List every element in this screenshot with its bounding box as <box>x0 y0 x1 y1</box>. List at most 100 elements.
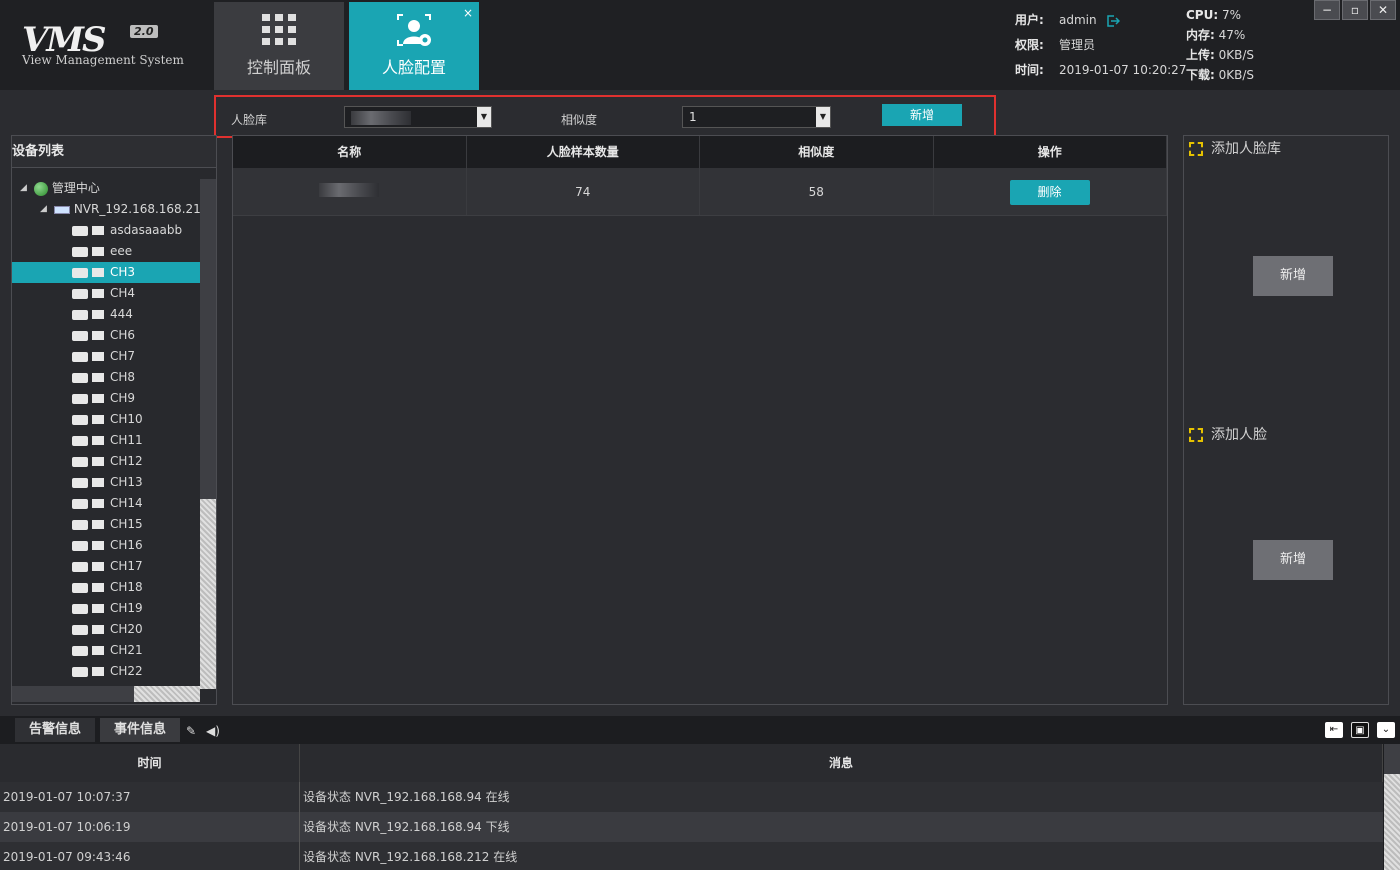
tree-node-label: CH20 <box>110 622 143 636</box>
tree-node-label: CH18 <box>110 580 143 594</box>
device-tree: ◢ 管理中心 ◢ NVR_192.168.168.212 asdasaaabb e… <box>12 178 208 682</box>
log-time: 2019-01-07 10:06:19 <box>0 812 300 842</box>
video-icon <box>92 247 104 256</box>
tree-node-channel[interactable]: CH9 <box>12 388 200 409</box>
collapse-icon: ◢ <box>20 183 27 193</box>
tree-node-channel[interactable]: CH8 <box>12 367 200 388</box>
column-header-count: 人脸样本数量 <box>467 136 700 168</box>
scrollbar-thumb[interactable] <box>200 499 216 689</box>
tree-node-channel[interactable]: eee <box>12 241 200 262</box>
upload-value: 0KB/S <box>1218 48 1255 62</box>
camera-icon <box>72 582 88 593</box>
tree-node-channel[interactable]: CH10 <box>12 409 200 430</box>
camera-icon <box>72 645 88 656</box>
camera-icon <box>72 561 88 572</box>
facelib-label: 人脸库 <box>231 113 268 127</box>
tree-node-channel[interactable]: CH22 <box>12 661 200 682</box>
camera-icon <box>72 666 88 677</box>
tree-node-label: 管理中心 <box>51 181 100 195</box>
logout-icon[interactable] <box>1106 14 1121 28</box>
tree-node-channel[interactable]: CH19 <box>12 598 200 619</box>
tree-node-channel[interactable]: CH7 <box>12 346 200 367</box>
video-icon <box>92 310 104 319</box>
log-row[interactable]: 2019-01-07 09:43:46 设备状态 NVR_192.168.168… <box>0 842 1383 870</box>
tree-node-channel[interactable]: CH3 <box>12 262 200 283</box>
bracket-icon <box>1189 142 1203 156</box>
tree-node-label: CH8 <box>110 370 136 384</box>
chevron-down-icon: ▼ <box>816 107 830 127</box>
nvr-icon <box>54 205 70 214</box>
tree-node-channel[interactable]: CH13 <box>12 472 200 493</box>
cpu-key: CPU: <box>1186 8 1219 22</box>
tree-node-label: CH11 <box>110 433 143 447</box>
scrollbar-thumb[interactable] <box>1384 774 1400 870</box>
tree-node-channel[interactable]: CH4 <box>12 283 200 304</box>
tree-node-channel[interactable]: CH14 <box>12 493 200 514</box>
role-value: 管理员 <box>1059 38 1096 52</box>
cell-count: 74 <box>467 168 700 215</box>
maximize-button[interactable]: ▫ <box>1342 0 1368 20</box>
mem-key: 内存: <box>1186 28 1215 42</box>
tree-node-channel[interactable]: CH21 <box>12 640 200 661</box>
video-icon <box>92 583 104 592</box>
log-vertical-scrollbar[interactable] <box>1384 744 1400 870</box>
version-badge: 2.0 <box>130 25 158 38</box>
cell-action: 删除 <box>934 168 1167 215</box>
pin-icon[interactable]: ⇤ <box>1325 722 1343 738</box>
log-panel: 告警信息 事件信息 ✎ ◀) ⇤ ▣ ⌄ 时间 消息 2019-01-07 10… <box>0 716 1400 870</box>
log-row[interactable]: 2019-01-07 10:07:37 设备状态 NVR_192.168.168… <box>0 782 1383 812</box>
tree-node-channel[interactable]: CH11 <box>12 430 200 451</box>
tree-node-channel[interactable]: CH12 <box>12 451 200 472</box>
camera-icon <box>72 225 88 236</box>
tree-horizontal-scrollbar[interactable] <box>12 686 200 702</box>
tree-node-channel[interactable]: CH18 <box>12 577 200 598</box>
tree-node-channel[interactable]: CH6 <box>12 325 200 346</box>
add-face-library-button[interactable]: 新增 <box>1253 256 1333 296</box>
collapse-down-icon[interactable]: ⌄ <box>1377 722 1395 738</box>
device-panel-title: 设备列表 <box>12 136 216 168</box>
face-toolbar: 人脸库 ▼ 相似度 1 ▼ 新增 <box>214 95 996 138</box>
column-header-name: 名称 <box>233 136 467 168</box>
camera-icon <box>72 414 88 425</box>
tree-vertical-scrollbar[interactable] <box>200 179 216 689</box>
tree-node-label: CH16 <box>110 538 143 552</box>
close-window-button[interactable]: ✕ <box>1370 0 1396 20</box>
minimize-button[interactable]: − <box>1314 0 1340 20</box>
delete-button[interactable]: 删除 <box>1009 180 1090 205</box>
tree-node-channel[interactable]: CH15 <box>12 514 200 535</box>
similarity-select[interactable]: 1 ▼ <box>682 106 831 128</box>
add-face-library-title: 添加人脸库 <box>1211 141 1281 157</box>
video-icon <box>92 478 104 487</box>
video-icon <box>92 352 104 361</box>
cell-name <box>233 168 467 215</box>
tree-node-root[interactable]: ◢ 管理中心 <box>12 178 200 199</box>
table-row[interactable]: 74 58 删除 <box>233 168 1167 216</box>
tab-dashboard[interactable]: 控制面板 <box>214 2 344 90</box>
tab-alarm-info[interactable]: 告警信息 <box>15 718 95 742</box>
tab-event-info[interactable]: 事件信息 <box>100 718 180 742</box>
scrollbar-thumb[interactable] <box>134 686 200 702</box>
collapse-icon: ◢ <box>40 204 47 214</box>
video-icon <box>92 394 104 403</box>
add-button[interactable]: 新增 <box>882 104 962 126</box>
face-library-table: 名称 人脸样本数量 相似度 操作 74 58 删除 <box>232 135 1168 705</box>
video-icon <box>92 226 104 235</box>
video-icon <box>92 499 104 508</box>
speaker-icon[interactable]: ◀) <box>206 724 220 738</box>
broom-icon[interactable]: ✎ <box>186 724 196 738</box>
log-time: 2019-01-07 10:07:37 <box>0 782 300 812</box>
bracket-icon <box>1189 428 1203 442</box>
tree-node-channel[interactable]: CH16 <box>12 535 200 556</box>
facelib-select[interactable]: ▼ <box>344 106 492 128</box>
close-icon[interactable]: × <box>463 6 473 20</box>
add-face-button[interactable]: 新增 <box>1253 540 1333 580</box>
tree-node-nvr[interactable]: ◢ NVR_192.168.168.212 <box>12 199 208 220</box>
tree-node-channel[interactable]: asdasaaabb <box>12 220 200 241</box>
tree-node-channel[interactable]: CH17 <box>12 556 200 577</box>
tree-node-channel[interactable]: CH20 <box>12 619 200 640</box>
tab-face-config[interactable]: 人脸配置 × <box>349 2 479 90</box>
restore-icon[interactable]: ▣ <box>1351 722 1369 738</box>
log-row[interactable]: 2019-01-07 10:06:19 设备状态 NVR_192.168.168… <box>0 812 1383 842</box>
tree-node-channel[interactable]: 444 <box>12 304 200 325</box>
tab-face-config-label: 人脸配置 <box>381 58 446 77</box>
